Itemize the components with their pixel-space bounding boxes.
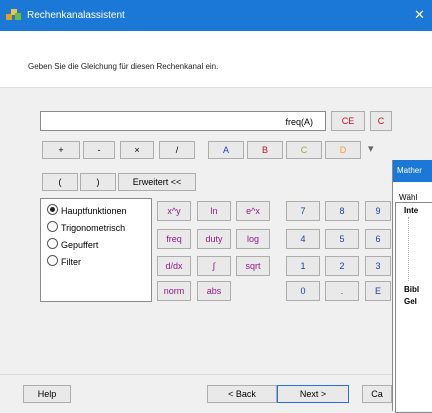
func-duty-button[interactable]: duty (197, 229, 231, 249)
formula-input[interactable]: freq(A) (40, 111, 326, 131)
tree-item-inte[interactable]: Inte (404, 206, 418, 215)
digit-6-button[interactable]: 6 (365, 229, 391, 249)
multiply-button[interactable]: × (120, 141, 154, 159)
tree-item-gel[interactable]: Gel (404, 297, 417, 306)
minus-button[interactable]: - (83, 141, 115, 159)
func-norm-button[interactable]: norm (157, 281, 191, 301)
app-icon (6, 9, 21, 20)
digit-1-button[interactable]: 1 (286, 256, 320, 276)
radio-icon (47, 221, 58, 232)
func-freq-button[interactable]: freq (157, 229, 191, 249)
popup-tree[interactable]: Inte Bibl Gel (395, 202, 432, 413)
digit-0-button[interactable]: 0 (286, 281, 320, 301)
back-button[interactable]: < Back (207, 385, 277, 403)
decimal-button[interactable]: . (325, 281, 359, 301)
category-main[interactable]: Hauptfunktionen (47, 204, 127, 216)
close-icon[interactable]: ✕ (414, 7, 425, 23)
footer-divider (0, 374, 392, 375)
digit-7-button[interactable]: 7 (286, 201, 320, 221)
func-exp-button[interactable]: e^x (236, 201, 270, 221)
help-button[interactable]: Help (23, 385, 71, 403)
channel-a-button[interactable]: A (208, 141, 244, 159)
plus-button[interactable]: + (42, 141, 80, 159)
channel-d-button[interactable]: D (325, 141, 361, 159)
clear-button[interactable]: C (370, 111, 392, 131)
channel-b-button[interactable]: B (247, 141, 283, 159)
category-list: Hauptfunktionen Trigonometrisch Gepuffer… (40, 198, 152, 302)
func-ln-button[interactable]: ln (197, 201, 231, 221)
chevron-down-icon[interactable]: ▾ (368, 142, 382, 156)
left-paren-button[interactable]: ( (42, 173, 78, 191)
extended-toggle-button[interactable]: Erweitert << (118, 173, 196, 191)
func-abs-button[interactable]: abs (197, 281, 231, 301)
func-log-button[interactable]: log (236, 229, 270, 249)
tree-item-bibl[interactable]: Bibl (404, 285, 419, 294)
func-sqrt-button[interactable]: sqrt (236, 256, 270, 276)
radio-selected-icon (47, 204, 58, 215)
category-trig[interactable]: Trigonometrisch (47, 221, 125, 233)
popup-label: Wähl (399, 193, 418, 202)
instruction-pane (0, 31, 432, 88)
func-power-button[interactable]: x^y (157, 201, 191, 221)
cancel-button[interactable]: Ca (362, 385, 392, 403)
math-popup-window: Mather Wähl Inte Bibl Gel (392, 160, 432, 413)
digit-3-button[interactable]: 3 (365, 256, 391, 276)
category-buffered[interactable]: Gepuffert (47, 238, 98, 250)
clear-entry-button[interactable]: CE (331, 111, 365, 131)
next-button[interactable]: Next > (277, 385, 349, 403)
digit-5-button[interactable]: 5 (325, 229, 359, 249)
digit-2-button[interactable]: 2 (325, 256, 359, 276)
digit-9-button[interactable]: 9 (365, 201, 391, 221)
radio-icon (47, 238, 58, 249)
exponent-button[interactable]: E (365, 281, 391, 301)
right-paren-button[interactable]: ) (80, 173, 116, 191)
popup-title: Mather (393, 160, 432, 182)
digit-4-button[interactable]: 4 (286, 229, 320, 249)
digit-8-button[interactable]: 8 (325, 201, 359, 221)
func-derivative-button[interactable]: d/dx (157, 256, 191, 276)
instruction-text: Geben Sie die Gleichung für diesen Reche… (28, 62, 219, 71)
radio-icon (47, 255, 58, 266)
tree-guide (408, 217, 409, 281)
channel-c-button[interactable]: C (286, 141, 322, 159)
func-integral-button[interactable]: ∫ (197, 256, 231, 276)
divide-button[interactable]: / (159, 141, 195, 159)
title-bar: Rechenkanalassistent ✕ (0, 0, 432, 31)
category-filter[interactable]: Filter (47, 255, 81, 267)
window-title: Rechenkanalassistent (27, 10, 125, 21)
formula-value: freq(A) (285, 117, 313, 127)
